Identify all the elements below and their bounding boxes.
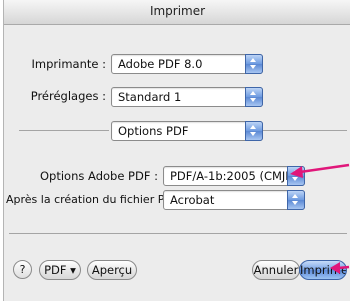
- pink-arrow-icon: [290, 163, 350, 178]
- pink-arrow-icon: [330, 262, 350, 274]
- annotation-overlay: [290, 163, 350, 274]
